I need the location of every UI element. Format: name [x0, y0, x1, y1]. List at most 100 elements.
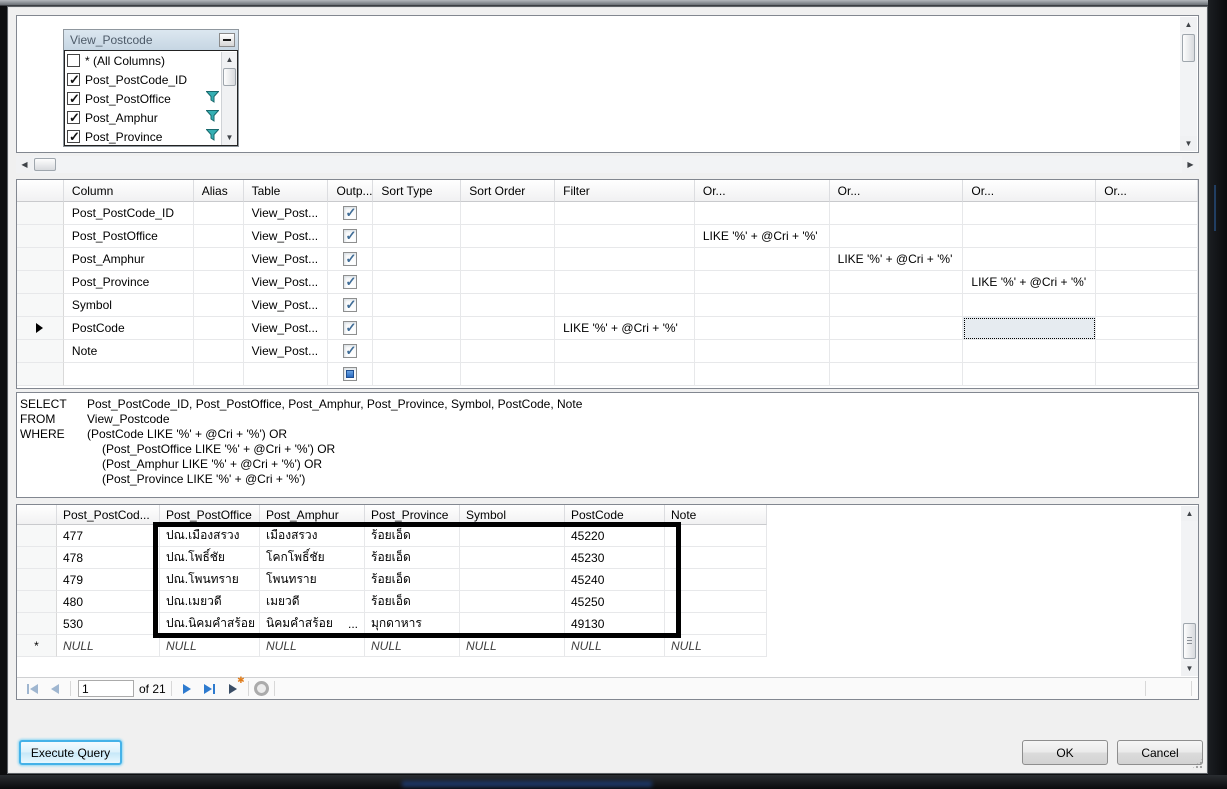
criteria-cell-sort_order[interactable] [461, 202, 556, 225]
criteria-cell-or3[interactable] [963, 225, 1097, 248]
criteria-cell-or3[interactable]: LIKE '%' + @Cri + '%' [963, 271, 1097, 294]
criteria-cell-or3[interactable] [963, 340, 1097, 363]
criteria-cell-output[interactable] [328, 248, 374, 271]
criteria-cell-sort_order[interactable] [461, 294, 556, 317]
criteria-cell-or1[interactable] [694, 294, 830, 317]
output-checkbox[interactable] [343, 297, 358, 313]
scrollbar-track[interactable] [1181, 521, 1198, 621]
new-record-cell[interactable]: NULL [57, 635, 160, 657]
criteria-cell-or1[interactable] [694, 340, 830, 363]
criteria-cell-or4[interactable] [1096, 225, 1198, 248]
criteria-cell-filter[interactable] [555, 294, 695, 317]
criteria-cell-output[interactable] [328, 294, 374, 317]
criteria-cell-sort_type[interactable] [373, 225, 462, 248]
row-selector[interactable] [17, 317, 64, 340]
criteria-cell-or1[interactable] [694, 363, 830, 386]
scroll-right-icon[interactable]: ▶ [1182, 156, 1199, 173]
output-checkbox[interactable] [343, 228, 358, 244]
results-cell[interactable] [665, 591, 767, 613]
column-checkbox[interactable] [67, 54, 80, 67]
results-cell[interactable]: 45220 [565, 525, 665, 547]
criteria-column-header[interactable]: Or... [963, 180, 1097, 202]
results-cell[interactable]: ปณ.เมืองสรวง [160, 525, 260, 547]
results-column-header[interactable]: Post_PostOffice [160, 505, 260, 525]
criteria-column-header[interactable]: Table [243, 180, 329, 202]
row-selector[interactable] [17, 363, 64, 386]
criteria-cell-table[interactable]: View_Post... [243, 225, 329, 248]
criteria-cell-or2[interactable] [829, 317, 964, 340]
criteria-cell-table[interactable] [243, 363, 329, 386]
criteria-cell-or2[interactable]: LIKE '%' + @Cri + '%' [829, 248, 964, 271]
results-column-header[interactable]: Post_PostCod... [57, 505, 160, 525]
results-cell[interactable] [460, 525, 565, 547]
output-checkbox[interactable] [343, 367, 358, 381]
results-cell[interactable]: ปณ.โพนทราย [160, 569, 260, 591]
criteria-cell-or1[interactable] [694, 248, 830, 271]
results-cell[interactable]: มุกดาหาร [365, 613, 460, 635]
column-checkbox[interactable] [67, 110, 80, 126]
new-record-selector[interactable]: * [17, 635, 57, 657]
output-checkbox[interactable] [343, 343, 358, 359]
results-cell[interactable]: เมยวดี [260, 591, 365, 613]
criteria-cell-or2[interactable] [829, 363, 964, 386]
criteria-cell-alias[interactable] [193, 248, 244, 271]
criteria-column-header[interactable]: Column [63, 180, 194, 202]
results-cell[interactable]: ปณ.นิคมคำสร้อย [160, 613, 260, 635]
criteria-cell-filter[interactable] [555, 202, 695, 225]
row-selector[interactable] [17, 294, 64, 317]
results-cell[interactable]: 45250 [565, 591, 665, 613]
criteria-cell-or4[interactable] [1096, 294, 1198, 317]
minimize-button[interactable] [219, 33, 235, 47]
output-checkbox[interactable] [343, 274, 358, 290]
sql-pane[interactable]: SELECT Post_PostCode_ID, Post_PostOffice,… [16, 392, 1199, 498]
last-record-button[interactable] [200, 680, 220, 698]
criteria-cell-table[interactable]: View_Post... [243, 202, 329, 225]
criteria-cell-alias[interactable] [193, 271, 244, 294]
criteria-cell-column[interactable]: PostCode [63, 317, 194, 340]
criteria-cell-column[interactable]: Symbol [63, 294, 194, 317]
scroll-left-icon[interactable]: ◀ [16, 156, 33, 173]
criteria-cell-alias[interactable] [193, 294, 244, 317]
column-checkbox[interactable] [67, 129, 80, 145]
criteria-cell-table[interactable]: View_Post... [243, 340, 329, 363]
criteria-cell-sort_order[interactable] [461, 340, 556, 363]
criteria-cell-table[interactable]: View_Post... [243, 317, 329, 340]
scroll-up-icon[interactable]: ▲ [1180, 17, 1197, 32]
criteria-cell-sort_order[interactable] [461, 248, 556, 271]
criteria-cell-column[interactable]: Post_PostOffice [63, 225, 194, 248]
row-selector-header[interactable] [17, 180, 64, 202]
criteria-cell-column[interactable]: Post_Province [63, 271, 194, 294]
criteria-cell-or1[interactable] [694, 317, 830, 340]
scrollbar-thumb[interactable] [1183, 623, 1196, 659]
row-selector[interactable] [17, 591, 57, 613]
scrollbar-track[interactable] [222, 87, 237, 130]
record-position-input[interactable] [78, 680, 134, 697]
results-cell[interactable]: เมืองสรวง [260, 525, 365, 547]
output-checkbox[interactable] [343, 205, 358, 221]
scroll-down-icon[interactable]: ▼ [1180, 136, 1197, 151]
criteria-cell-or3[interactable] [963, 363, 1097, 386]
criteria-cell-alias[interactable] [193, 202, 244, 225]
criteria-column-header[interactable]: Sort Type [373, 180, 462, 202]
previous-record-button[interactable] [45, 680, 65, 698]
column-checkbox[interactable] [67, 72, 80, 88]
scroll-up-icon[interactable]: ▲ [222, 52, 237, 67]
criteria-column-header[interactable]: Sort Order [461, 180, 556, 202]
criteria-cell-alias[interactable] [193, 225, 244, 248]
results-column-header[interactable]: Symbol [460, 505, 565, 525]
criteria-cell-sort_order[interactable] [461, 271, 556, 294]
results-cell[interactable]: นิคมคำสร้อย... [260, 613, 365, 635]
table-column-item[interactable]: Post_PostOffice [64, 89, 238, 108]
table-column-item[interactable]: Post_PostCode_ID [64, 70, 238, 89]
results-cell[interactable]: โพนทราย [260, 569, 365, 591]
criteria-cell-or3[interactable] [963, 317, 1097, 340]
row-selector[interactable] [17, 547, 57, 569]
table-column-item[interactable]: Post_Province [64, 127, 238, 146]
add-new-record-button[interactable]: ✱ [223, 675, 245, 698]
new-record-cell[interactable]: NULL [665, 635, 767, 657]
results-column-header[interactable]: Note [665, 505, 767, 525]
table-column-item[interactable]: Post_Amphur [64, 108, 238, 127]
criteria-cell-or3[interactable] [963, 294, 1097, 317]
scrollbar-thumb[interactable] [34, 158, 56, 171]
criteria-cell-or4[interactable] [1096, 363, 1198, 386]
